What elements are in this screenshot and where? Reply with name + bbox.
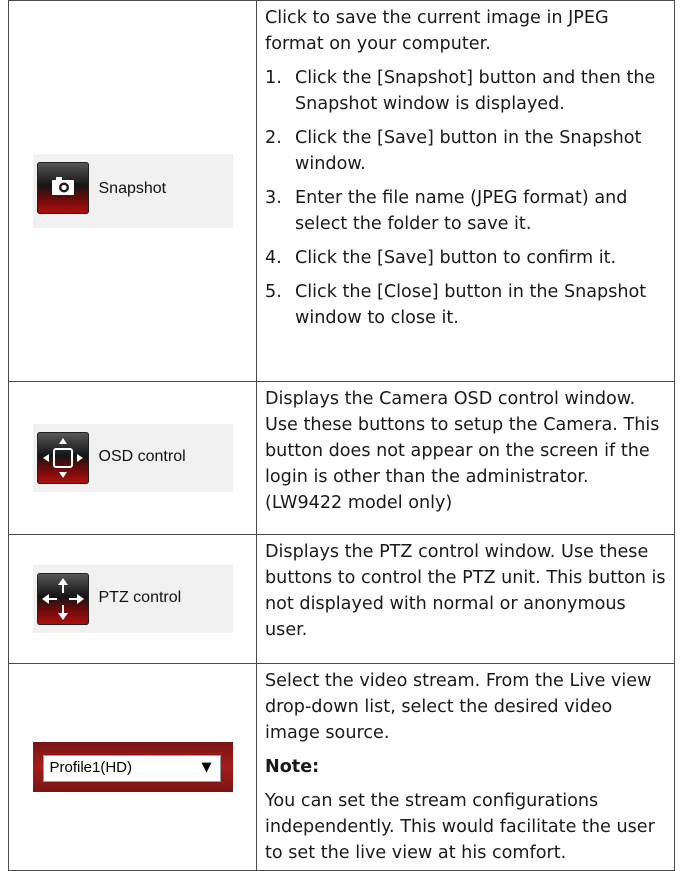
osd-control-button[interactable]: OSD control xyxy=(32,424,233,492)
snapshot-label: Snapshot xyxy=(98,180,167,197)
osd-cell: OSD control xyxy=(8,381,257,535)
profile-select-value: Profile1(HD) xyxy=(49,759,133,776)
list-item: 3. Enter the file name (JPEG format) and … xyxy=(265,188,628,234)
table-row-osd: OSD control Displays the Camera OSD cont… xyxy=(8,381,675,535)
camera-icon xyxy=(36,162,89,214)
snapshot-intro: Click to save the current image in JPEG … xyxy=(265,8,609,54)
osd-text: Displays the Camera OSD control window. … xyxy=(265,389,660,513)
ptz-arrows-icon xyxy=(36,573,89,625)
list-item: 2. Click the [Save] button in the Snapsho… xyxy=(265,128,642,174)
profile-bar: Profile1(HD) ▼ xyxy=(32,742,233,792)
ptz-text: Displays the PTZ control window. Use the… xyxy=(265,542,666,640)
list-item: 1. Click the [Snapshot] button and then t… xyxy=(265,68,656,114)
snapshot-description: Click to save the current image in JPEG … xyxy=(256,0,675,382)
profile-cell: Profile1(HD) ▼ xyxy=(8,663,257,871)
osd-control-label: OSD control xyxy=(98,448,186,465)
osd-control-icon xyxy=(36,432,89,484)
ptz-control-label: PTZ control xyxy=(98,589,182,606)
table-row-profile: Profile1(HD) ▼ Select the video stream. … xyxy=(8,663,675,871)
ptz-description: Displays the PTZ control window. Use the… xyxy=(256,534,675,664)
snapshot-steps: 1. Click the [Snapshot] button and then t… xyxy=(265,65,666,331)
dropdown-arrow-icon: ▼ xyxy=(201,760,212,775)
snapshot-cell: Snapshot xyxy=(8,0,257,382)
profile-select[interactable]: Profile1(HD) ▼ xyxy=(42,755,221,782)
feature-table: Snapshot Click to save the current image… xyxy=(8,0,675,871)
snapshot-button[interactable]: Snapshot xyxy=(32,154,233,228)
note-heading: Note: xyxy=(265,757,320,777)
osd-description: Displays the Camera OSD control window. … xyxy=(256,381,675,535)
profile-text: Select the video stream. From the Live v… xyxy=(265,671,652,743)
list-item: 4. Click the [Save] button to confirm it. xyxy=(265,248,617,268)
ptz-cell: PTZ control xyxy=(8,534,257,664)
list-item: 5. Click the [Close] button in the Snapsh… xyxy=(265,282,647,328)
profile-description: Select the video stream. From the Live v… xyxy=(256,663,675,871)
ptz-control-button[interactable]: PTZ control xyxy=(32,565,233,633)
table-row-snapshot: Snapshot Click to save the current image… xyxy=(8,0,675,382)
table-row-ptz: PTZ control Displays the PTZ control win… xyxy=(8,534,675,664)
note-text: You can set the stream configurations in… xyxy=(265,791,655,863)
